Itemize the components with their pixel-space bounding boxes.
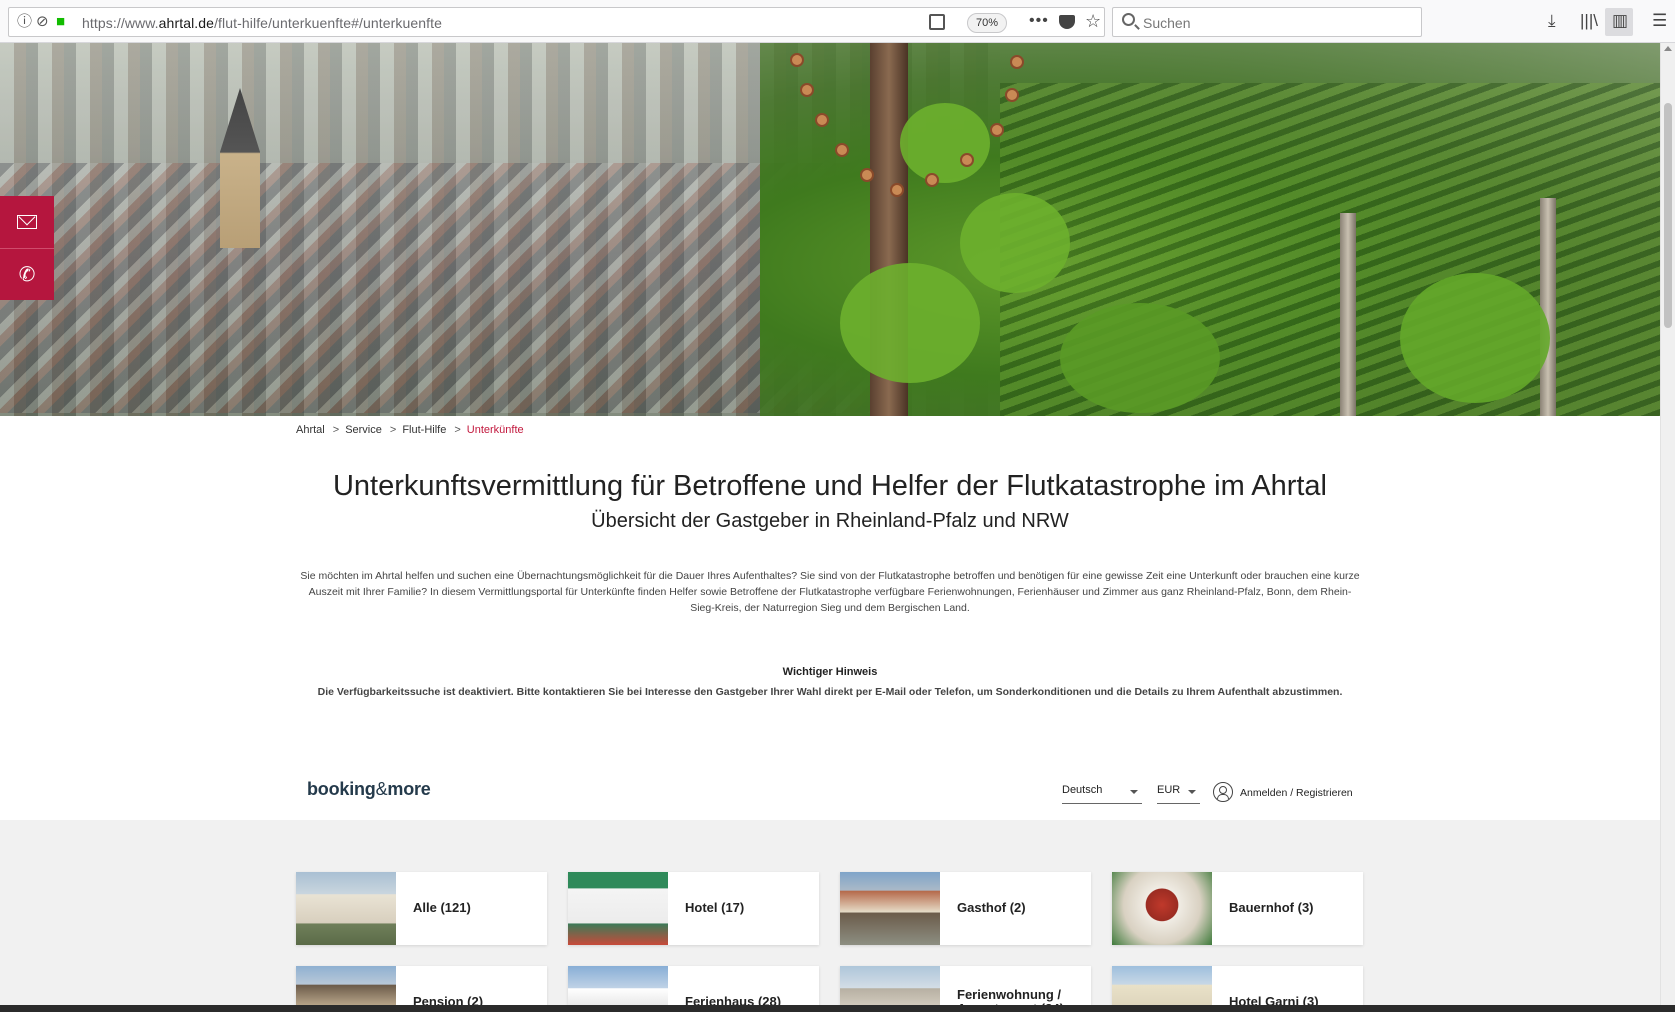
search-icon xyxy=(1122,13,1135,26)
side-phone-button[interactable]: ✆ xyxy=(0,248,54,300)
side-mail-button[interactable] xyxy=(0,196,54,248)
tracking-protection-icon[interactable]: ⊘ xyxy=(36,14,49,30)
browser-toolbar: ⓘ ⊘ ■ https://www.ahrtal.de/flut-hilfe/u… xyxy=(0,0,1675,43)
user-icon xyxy=(1213,782,1233,802)
language-value: Deutsch xyxy=(1062,784,1103,796)
category-image xyxy=(840,872,940,945)
chevron-down-icon xyxy=(1188,790,1196,794)
login-label: Anmelden / Registrieren xyxy=(1240,787,1353,799)
scrollbar-thumb[interactable] xyxy=(1664,103,1672,328)
category-label: Gasthof (2) xyxy=(957,900,1026,915)
category-card-bauernhof[interactable]: Bauernhof (3) xyxy=(1112,872,1363,945)
sidebar-icon[interactable]: ▥ xyxy=(1612,11,1628,31)
url-bar[interactable]: ⓘ ⊘ ■ https://www.ahrtal.de/flut-hilfe/u… xyxy=(8,7,1105,37)
notice-text: Die Verfügbarkeitssuche ist deaktiviert.… xyxy=(317,686,1343,698)
category-section: Alle (121) Hotel (17) Gasthof (2) Bauern… xyxy=(0,820,1660,1012)
category-image xyxy=(296,872,396,945)
category-label: Alle (121) xyxy=(413,900,471,915)
breadcrumb-item-flut-hilfe[interactable]: Flut-Hilfe xyxy=(402,424,446,436)
category-image xyxy=(1112,872,1212,945)
page-subtitle: Übersicht der Gastgeber in Rheinland-Pfa… xyxy=(591,510,1069,532)
zoom-indicator[interactable]: 70% xyxy=(967,13,1007,33)
library-icon[interactable]: |||\ xyxy=(1580,11,1598,31)
currency-select[interactable]: EUR xyxy=(1157,782,1200,804)
breadcrumb-item-ahrtal[interactable]: Ahrtal xyxy=(296,424,325,436)
chevron-down-icon xyxy=(1130,790,1138,794)
category-card-gasthof[interactable]: Gasthof (2) xyxy=(840,872,1091,945)
vertical-scrollbar[interactable] xyxy=(1660,43,1675,1012)
mail-icon xyxy=(17,215,37,229)
breadcrumb-item-service[interactable]: Service xyxy=(345,424,382,436)
booking-more-logo[interactable]: booking&more xyxy=(307,779,431,800)
bookmark-star-icon[interactable]: ☆ xyxy=(1085,11,1101,32)
info-icon[interactable]: ⓘ xyxy=(17,14,32,30)
taskbar-edge xyxy=(0,1005,1675,1012)
category-card-hotel[interactable]: Hotel (17) xyxy=(568,872,819,945)
search-placeholder: Suchen xyxy=(1143,15,1191,31)
download-icon[interactable]: ⤓ xyxy=(1548,11,1556,31)
category-image xyxy=(568,872,668,945)
reader-view-icon[interactable] xyxy=(929,14,945,30)
currency-value: EUR xyxy=(1157,784,1181,796)
menu-icon[interactable]: ☰ xyxy=(1652,11,1667,31)
notice-title: Wichtiger Hinweis xyxy=(782,666,878,678)
breadcrumb: Ahrtal > Service > Flut-Hilfe > Unterkünfte xyxy=(296,424,524,436)
scroll-up-icon[interactable] xyxy=(1664,46,1672,51)
phone-icon: ✆ xyxy=(18,263,36,286)
page-actions-icon[interactable]: ••• xyxy=(1029,12,1049,30)
category-label: Hotel (17) xyxy=(685,900,745,915)
lock-icon[interactable]: ■ xyxy=(56,14,65,30)
language-select[interactable]: Deutsch xyxy=(1062,782,1142,804)
pocket-icon[interactable] xyxy=(1059,15,1075,29)
hero-image xyxy=(0,43,1660,416)
search-bar[interactable]: Suchen xyxy=(1112,7,1422,37)
breadcrumb-current: Unterkünfte xyxy=(466,424,524,436)
category-label: Bauernhof (3) xyxy=(1229,900,1314,915)
category-card-alle[interactable]: Alle (121) xyxy=(296,872,547,945)
page-title: Unterkunftsvermittlung für Betroffene un… xyxy=(332,470,1327,502)
intro-text: Sie möchten im Ahrtal helfen und suchen … xyxy=(300,570,1360,614)
url-text[interactable]: https://www.ahrtal.de/flut-hilfe/unterku… xyxy=(82,15,442,31)
